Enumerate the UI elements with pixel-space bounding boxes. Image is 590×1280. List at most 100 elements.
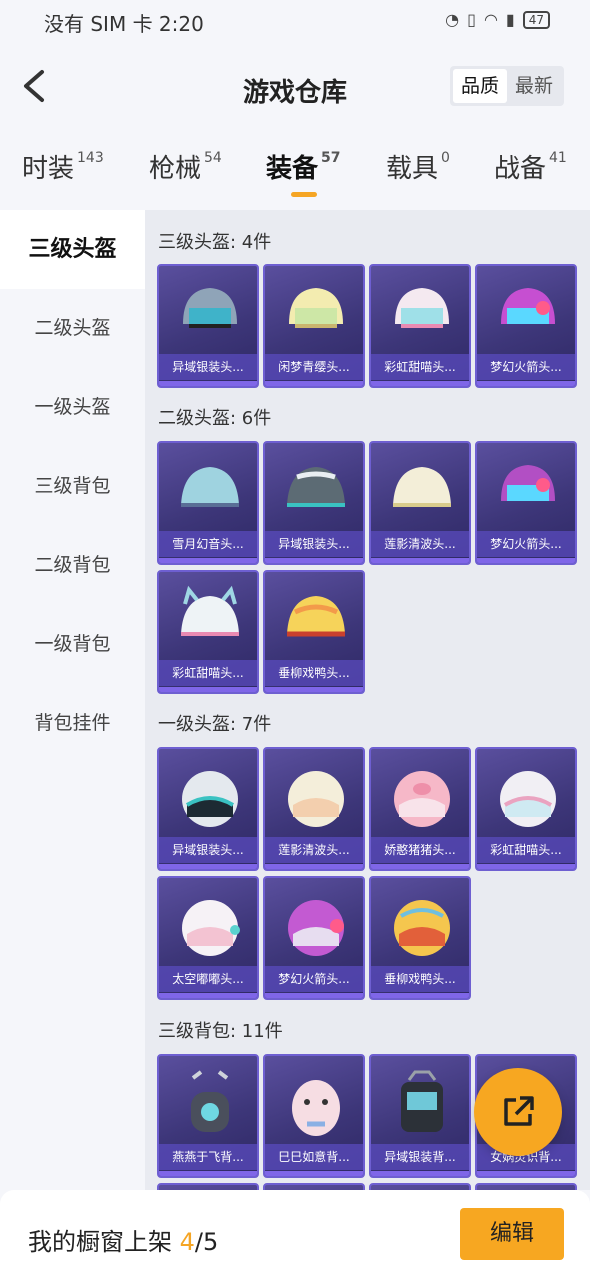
tab-vehicles[interactable]: 载具 0	[386, 148, 450, 185]
section-title: 三级背包: 11件	[158, 1021, 283, 1042]
item-card[interactable]: 梦幻火箭头...	[475, 264, 577, 388]
tab-fashion[interactable]: 时装 143	[22, 148, 104, 185]
sidebar-item-backpack-charm[interactable]: 背包挂件	[0, 684, 145, 763]
section-title: 二级头盔: 6件	[158, 408, 272, 429]
helmet-icon	[183, 288, 237, 328]
bottom-bar: 我的橱窗上架 4/5 编辑	[0, 1190, 590, 1280]
item-card[interactable]: 彩虹甜喵头...	[369, 264, 471, 388]
share-fab-button[interactable]	[474, 1068, 562, 1156]
item-grid: 三级头盔: 4件 异域银装头... 闲梦青缨头... 彩虹甜喵头... 梦幻火箭…	[145, 210, 590, 1190]
sidebar-item-level1-backpack[interactable]: 一级背包	[0, 605, 145, 684]
item-card[interactable]	[157, 1183, 259, 1190]
item-name: 闲梦青缨头...	[265, 354, 363, 380]
tab-label: 时装	[22, 154, 75, 184]
item-card[interactable]: 巳巳如意背...	[263, 1054, 365, 1178]
status-icons: ◔ ▯ ◠ ▮ 47	[445, 10, 550, 29]
backpack-icon	[292, 1080, 340, 1136]
item-card[interactable]: 闲梦青缨头...	[263, 264, 365, 388]
sidebar: 三级头盔 二级头盔 一级头盔 三级背包 二级背包 一级背包 背包挂件	[0, 210, 145, 1190]
tab-guns[interactable]: 枪械 54	[149, 148, 222, 185]
rarity-stripe	[159, 687, 257, 692]
rarity-stripe	[477, 1171, 575, 1176]
helmet-icon	[501, 465, 555, 501]
sort-quality-option[interactable]: 品质	[453, 69, 507, 103]
helmet-icon	[288, 900, 344, 956]
helmet-icon	[395, 288, 449, 328]
item-name: 莲影清波头...	[265, 837, 363, 863]
item-card[interactable]: 莲影清波头...	[369, 441, 471, 565]
backpack-icon	[191, 1070, 229, 1132]
tab-label: 装备	[266, 154, 319, 184]
tab-label: 载具	[386, 154, 439, 184]
item-card[interactable]: 异域银装背...	[369, 1054, 471, 1178]
backpack-icon	[401, 1070, 443, 1132]
rarity-stripe	[159, 864, 257, 869]
active-tab-indicator	[291, 192, 317, 197]
sidebar-item-level2-backpack[interactable]: 二级背包	[0, 526, 145, 605]
item-card[interactable]: 彩虹甜喵头...	[475, 747, 577, 871]
item-card[interactable]: 垂柳戏鸭头...	[369, 876, 471, 1000]
item-card[interactable]: 彩虹甜喵头...	[157, 570, 259, 694]
rarity-stripe	[477, 864, 575, 869]
helmet-icon	[182, 900, 240, 956]
tab-equipment[interactable]: 装备 57	[266, 148, 341, 185]
item-name: 燕燕于飞背...	[159, 1144, 257, 1170]
item-name: 异域银装头...	[159, 354, 257, 380]
rarity-stripe	[371, 864, 469, 869]
item-name: 梦幻火箭头...	[477, 354, 575, 380]
header: 游戏仓库 品质 最新	[0, 44, 590, 134]
status-bar: 没有 SIM 卡 2:20 ◔ ▯ ◠ ▮ 47	[0, 0, 590, 44]
rarity-stripe	[371, 1171, 469, 1176]
item-card[interactable]	[263, 1183, 365, 1190]
showcase-label: 我的橱窗上架	[28, 1228, 172, 1256]
item-name: 垂柳戏鸭头...	[265, 660, 363, 686]
rarity-stripe	[159, 558, 257, 563]
item-card[interactable]: 异域银装头...	[263, 441, 365, 565]
rarity-stripe	[159, 1171, 257, 1176]
speed-icon: ◔	[445, 10, 460, 29]
item-card[interactable]: 异域银装头...	[157, 264, 259, 388]
sidebar-item-level3-helmet[interactable]: 三级头盔	[0, 210, 145, 289]
helmet-icon	[501, 288, 555, 324]
item-name: 梦幻火箭头...	[477, 531, 575, 557]
alert-icon: ▮	[505, 10, 515, 29]
item-card[interactable]: 娇憨猪猪头...	[369, 747, 471, 871]
share-external-icon	[504, 1096, 534, 1126]
item-card[interactable]: 莲影清波头...	[263, 747, 365, 871]
helmet-icon	[287, 596, 345, 637]
rarity-stripe	[477, 558, 575, 563]
item-card[interactable]	[475, 1183, 577, 1190]
sidebar-item-level2-helmet[interactable]: 二级头盔	[0, 289, 145, 368]
showcase-current-count: 4	[179, 1228, 195, 1256]
tab-supplies[interactable]: 战备 41	[494, 148, 567, 185]
section-title: 一级头盔: 7件	[158, 714, 272, 735]
tab-count: 0	[441, 150, 450, 166]
item-card[interactable]: 燕燕于飞背...	[157, 1054, 259, 1178]
rarity-stripe	[265, 1171, 363, 1176]
tab-label: 枪械	[149, 154, 202, 184]
tab-label: 战备	[494, 154, 547, 184]
rarity-stripe	[371, 558, 469, 563]
item-name: 异域银装头...	[159, 837, 257, 863]
item-card[interactable]: 雪月幻音头...	[157, 441, 259, 565]
item-card[interactable]: 梦幻火箭头...	[475, 441, 577, 565]
item-card[interactable]: 梦幻火箭头...	[263, 876, 365, 1000]
sidebar-item-level1-helmet[interactable]: 一级头盔	[0, 368, 145, 447]
item-card[interactable]: 异域银装头...	[157, 747, 259, 871]
item-card[interactable]: 太空嘟嘟头...	[157, 876, 259, 1000]
item-name: 异域银装背...	[371, 1144, 469, 1170]
sort-newest-option[interactable]: 最新	[507, 69, 561, 103]
tab-count: 143	[77, 150, 104, 166]
edit-button[interactable]: 编辑	[460, 1208, 564, 1260]
wifi-icon: ◠	[483, 10, 498, 29]
helmet-icon	[393, 467, 451, 507]
item-name: 雪月幻音头...	[159, 531, 257, 557]
sort-toggle: 品质 最新	[450, 66, 564, 106]
item-name: 莲影清波头...	[371, 531, 469, 557]
item-card[interactable]: 垂柳戏鸭头...	[263, 570, 365, 694]
item-name: 垂柳戏鸭头...	[371, 966, 469, 992]
rarity-stripe	[371, 993, 469, 998]
item-card[interactable]	[369, 1183, 471, 1190]
helmet-icon	[288, 771, 344, 827]
sidebar-item-level3-backpack[interactable]: 三级背包	[0, 447, 145, 526]
